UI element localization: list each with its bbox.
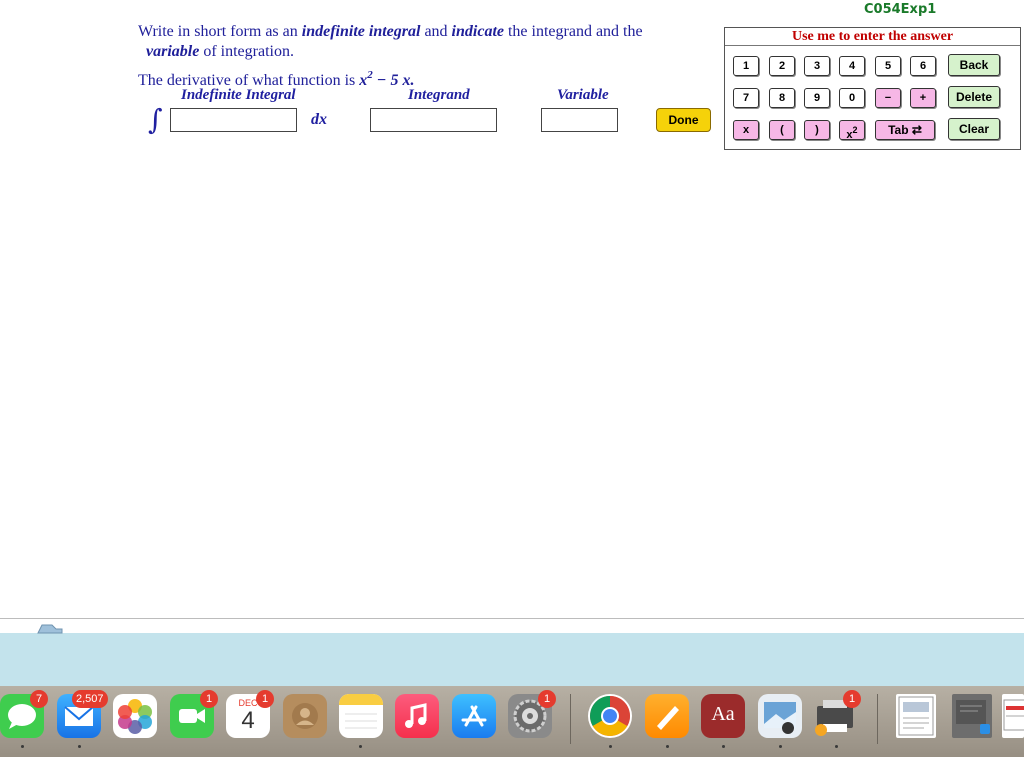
key-x-squared[interactable]: x2 <box>839 120 865 141</box>
key-2[interactable]: 2 <box>769 56 795 76</box>
dock-divider <box>570 694 571 744</box>
variable-input[interactable] <box>541 108 618 132</box>
settings-badge: 1 <box>538 690 556 708</box>
key-7[interactable]: 7 <box>733 88 759 108</box>
running-indicator <box>78 745 81 748</box>
delete-button[interactable]: Delete <box>948 86 1000 108</box>
messages-badge: 7 <box>30 690 48 708</box>
integral-sign-icon: ∫ <box>148 103 163 136</box>
pages-app-icon[interactable] <box>645 694 689 738</box>
header-integrand: Integrand <box>408 87 470 103</box>
running-indicator <box>359 745 362 748</box>
back-button[interactable]: Back <box>948 54 1000 76</box>
notes-app-icon[interactable] <box>339 694 383 738</box>
key-6[interactable]: 6 <box>910 56 936 76</box>
mail-badge: 2,507 <box>72 690 108 708</box>
app-store-icon[interactable] <box>452 694 496 738</box>
done-button[interactable]: Done <box>656 108 711 132</box>
running-indicator <box>779 745 782 748</box>
term-variable: variable <box>146 43 200 60</box>
running-indicator <box>609 745 612 748</box>
dictionary-label: Aa <box>711 703 735 725</box>
document-thumbnail-icon[interactable] <box>896 694 936 738</box>
calendar-badge: 1 <box>256 690 274 708</box>
calendar-day: 4 <box>241 707 255 734</box>
dx-label: dx <box>311 111 327 128</box>
contacts-app-icon[interactable] <box>283 694 327 738</box>
key-right-paren[interactable]: ) <box>804 120 830 140</box>
running-indicator <box>21 745 24 748</box>
term-indicate: indicate <box>451 23 504 40</box>
header-indefinite-integral: Indefinite Integral <box>181 87 296 103</box>
running-indicator <box>722 745 725 748</box>
key-5[interactable]: 5 <box>875 56 901 76</box>
window-background-band <box>0 633 1024 686</box>
key-tab[interactable]: Tab ⇄ <box>875 120 935 140</box>
photos-app-icon[interactable] <box>113 694 157 738</box>
music-app-icon[interactable] <box>395 694 439 738</box>
key-8[interactable]: 8 <box>769 88 795 108</box>
printer-badge: 1 <box>843 690 861 708</box>
key-0[interactable]: 0 <box>839 88 865 108</box>
dictionary-app-icon[interactable]: Aa <box>701 694 745 738</box>
key-minus[interactable]: − <box>875 88 901 108</box>
chrome-app-icon[interactable] <box>588 694 632 738</box>
key-9[interactable]: 9 <box>804 88 830 108</box>
divider-line <box>0 618 1024 619</box>
assignment-code: C054Exp1 <box>864 2 937 17</box>
facetime-badge: 1 <box>200 690 218 708</box>
key-x[interactable]: x <box>733 120 759 140</box>
downloads-stack-icon[interactable] <box>952 694 992 738</box>
dock-divider <box>877 694 878 744</box>
keypad-panel: Use me to enter the answer 1 2 3 4 5 6 B… <box>724 27 1021 150</box>
key-left-paren[interactable]: ( <box>769 120 795 140</box>
keypad-title: Use me to enter the answer <box>725 29 1020 46</box>
integrand-input[interactable] <box>370 108 497 132</box>
header-variable: Variable <box>557 87 609 103</box>
clear-button[interactable]: Clear <box>948 118 1000 140</box>
key-3[interactable]: 3 <box>804 56 830 76</box>
running-indicator <box>835 745 838 748</box>
cloud-folder-icon <box>37 624 63 634</box>
running-indicator <box>666 745 669 748</box>
preview-app-icon[interactable] <box>758 694 802 738</box>
indefinite-integral-input[interactable] <box>170 108 297 132</box>
term-indefinite-integral: indefinite integral <box>301 23 421 40</box>
question-text: Write in short form as an indefinite int… <box>138 23 643 60</box>
document-stack-icon[interactable] <box>1002 694 1024 738</box>
key-1[interactable]: 1 <box>733 56 759 76</box>
key-plus[interactable]: + <box>910 88 936 108</box>
key-4[interactable]: 4 <box>839 56 865 76</box>
